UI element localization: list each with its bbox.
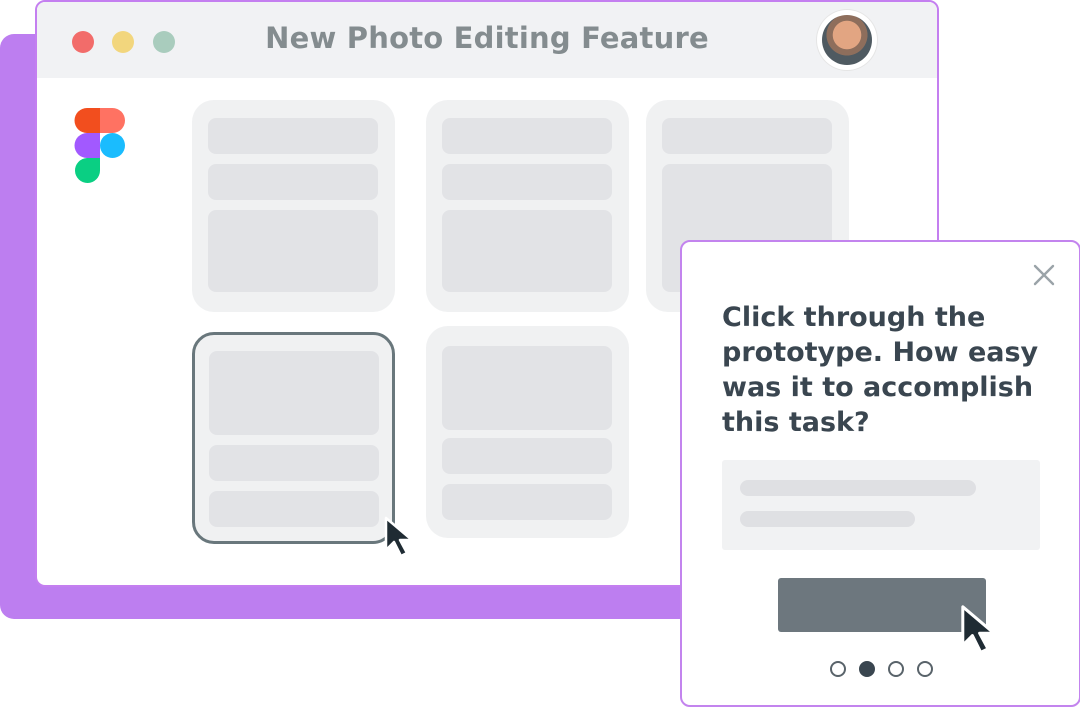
answer-placeholder-line [740,480,976,496]
page-dot[interactable] [888,661,904,677]
submit-button[interactable] [778,578,986,632]
card-placeholder-bar [442,164,612,200]
card-placeholder-image [208,210,378,292]
card-placeholder-bar [209,491,379,527]
answer-field[interactable] [722,460,1040,550]
card-placeholder-image [442,210,612,292]
page-dot[interactable] [917,661,933,677]
card-placeholder-bar [442,438,612,474]
card-placeholder-bar [442,484,612,520]
card-placeholder-bar [208,118,378,154]
prototype-card[interactable] [192,100,395,312]
card-placeholder-bar [662,118,832,154]
figma-logo-icon [74,108,125,183]
survey-question: Click through the prototype. How easy wa… [722,302,1039,438]
avatar-photo [822,15,872,65]
page-dot-active[interactable] [859,661,875,677]
mouse-cursor-icon [384,516,414,558]
prototype-card-selected[interactable] [192,332,395,544]
card-placeholder-bar [442,118,612,154]
close-icon[interactable] [1031,262,1057,288]
answer-placeholder-line [740,511,915,527]
mouse-cursor-icon [961,605,996,654]
card-placeholder-bar [209,445,379,481]
window-title: New Photo Editing Feature [265,21,709,55]
prototype-card[interactable] [426,100,629,312]
prototype-card[interactable] [426,326,629,538]
survey-popup: Click through the prototype. How easy wa… [680,240,1080,707]
page-dot[interactable] [830,661,846,677]
user-avatar[interactable] [817,10,877,70]
card-placeholder-bar [208,164,378,200]
card-placeholder-image [442,346,612,430]
title-bar: New Photo Editing Feature [37,2,937,78]
card-placeholder-image [209,351,379,435]
